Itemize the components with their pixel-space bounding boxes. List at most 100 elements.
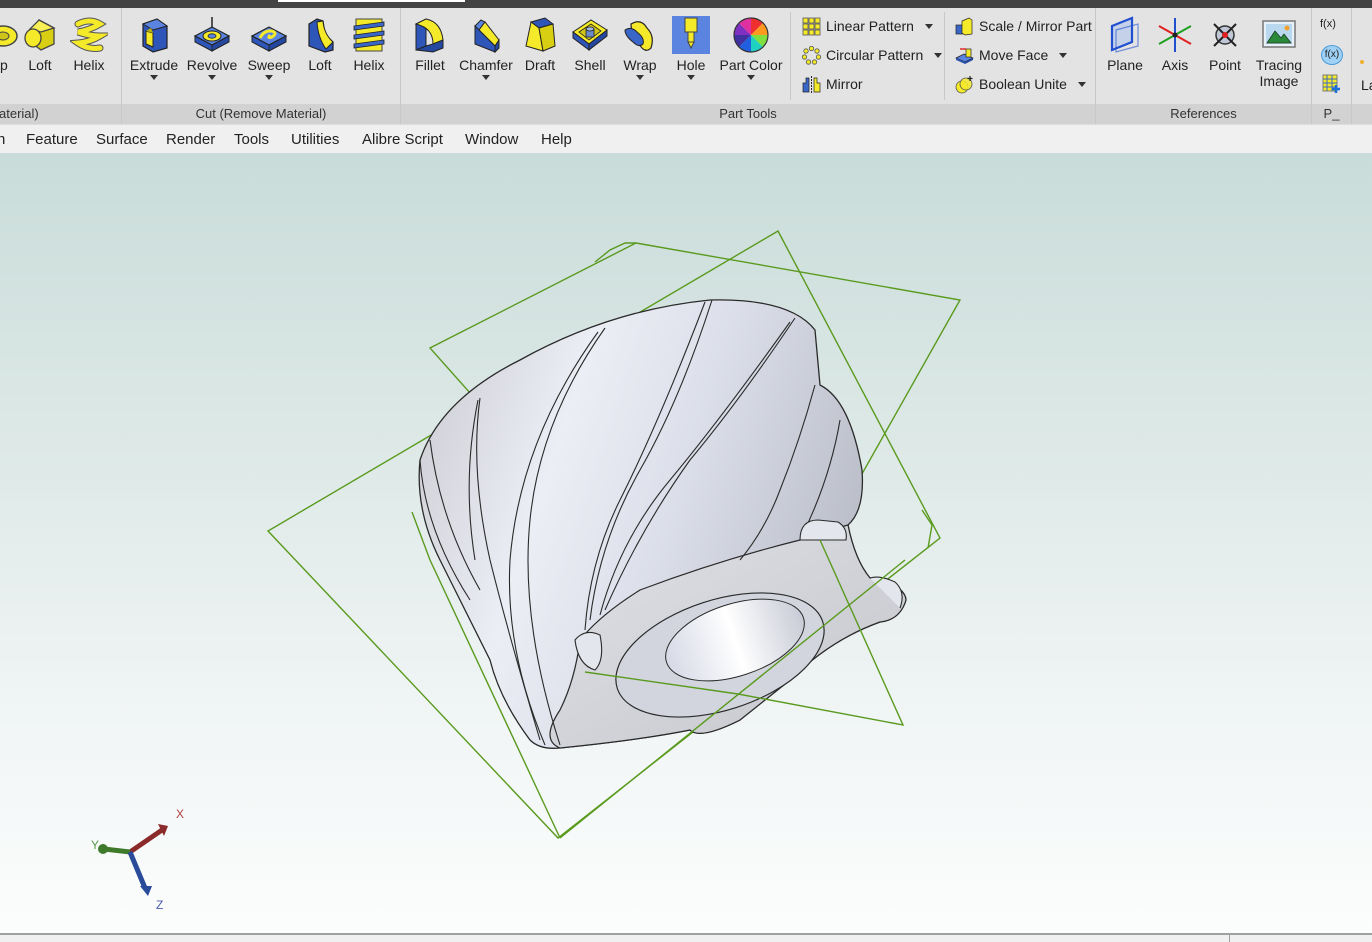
chevron-down-icon[interactable] [1059, 52, 1068, 58]
cut-sweep-button[interactable]: Sweep [240, 16, 298, 102]
cut-loft-icon [308, 18, 334, 53]
cut-helix-button[interactable]: Helix [340, 16, 398, 102]
chamfer-icon [474, 19, 500, 54]
part-color-icon [733, 17, 769, 53]
ribbon-group-partial: La [1352, 8, 1372, 124]
menu-item-tools[interactable]: Tools [234, 131, 269, 148]
cut-revolve-button[interactable]: Revolve [183, 16, 241, 102]
layer-button[interactable]: La [1361, 77, 1372, 93]
tool-label: Chamfer [459, 57, 513, 73]
circular-pattern-label: Circular Pattern [826, 47, 924, 63]
status-separator [1229, 935, 1230, 942]
equations-button[interactable]: f(x) [1320, 18, 1336, 30]
orientation-triad[interactable]: X Y Z [91, 807, 184, 912]
divider [944, 12, 945, 100]
move-face-label: Move Face [979, 47, 1049, 63]
scale-mirror-part-button[interactable]: Scale / Mirror Part [955, 14, 1092, 38]
part-color-button[interactable]: Part Color [715, 16, 787, 102]
menu-item-surface[interactable]: Surface [96, 131, 148, 148]
tool-label: Tracing [1255, 57, 1303, 73]
status-bar [0, 933, 1372, 942]
ribbon-group-cut: Extrude Revolve Sweep Loft Helix Cut (Re… [122, 8, 401, 124]
tool-label: Sweep [247, 57, 291, 73]
group-footer: P_ [1312, 104, 1351, 124]
ribbon-group-part-tools: Fillet Chamfer Draft Shell Wrap Hole Par… [401, 8, 1096, 124]
draft-icon [525, 17, 556, 52]
axis-icon [1158, 18, 1192, 52]
divider [790, 12, 791, 100]
chevron-down-icon[interactable] [265, 75, 273, 80]
equation-editor-icon[interactable]: f(x) [1321, 45, 1343, 65]
menu-bar: n Feature Surface Render Tools Utilities… [0, 124, 1372, 153]
tracing-image-button[interactable]: Tracing Image [1250, 16, 1308, 102]
wrap-button[interactable]: Wrap [611, 16, 669, 102]
menu-item-partial[interactable]: n [0, 131, 5, 148]
tool-label: Revolve [186, 57, 238, 73]
model-canvas[interactable]: X Y Z [0, 153, 1372, 933]
ribbon: ep Loft Helix aterial) [0, 8, 1372, 124]
title-bar [0, 0, 1372, 8]
tool-label: Part Color [719, 57, 783, 73]
layer-icon [1360, 60, 1364, 64]
boss-helix-button[interactable]: Helix [60, 16, 118, 102]
chevron-down-icon[interactable] [1077, 81, 1086, 87]
chamfer-button[interactable]: Chamfer [457, 16, 515, 102]
tool-label: Helix [73, 57, 105, 73]
menu-item-feature[interactable]: Feature [26, 131, 78, 148]
chevron-down-icon[interactable] [482, 75, 490, 80]
mirror-button[interactable]: Mirror [802, 72, 863, 96]
triad-y-label: Y [91, 838, 99, 852]
plane-handle[interactable] [921, 509, 933, 549]
boss-helix-icon [70, 17, 108, 52]
ribbon-group-add-material: ep Loft Helix aterial) [0, 8, 122, 124]
menu-item-help[interactable]: Help [541, 131, 572, 148]
ribbon-group-references: Plane Axis Point Tracing Image Reference… [1096, 8, 1312, 124]
boolean-unite-label: Boolean Unite [979, 76, 1067, 92]
cut-extrude-icon [141, 18, 169, 53]
circular-pattern-icon [802, 45, 821, 65]
tool-label: Image [1259, 73, 1299, 89]
menu-item-utilities[interactable]: Utilities [291, 131, 339, 148]
menu-item-render[interactable]: Render [166, 131, 215, 148]
shell-icon [572, 19, 608, 52]
linear-pattern-button[interactable]: Linear Pattern [802, 14, 933, 38]
part-body[interactable] [418, 299, 907, 749]
design-table-icon[interactable] [1322, 74, 1342, 94]
wrap-icon [624, 21, 653, 51]
group-footer: aterial) [0, 104, 121, 124]
triad-x-label: X [176, 807, 184, 821]
cut-helix-icon [353, 18, 385, 52]
scale-mirror-part-icon [955, 17, 973, 35]
tool-label: Point [1209, 57, 1241, 73]
3d-viewport[interactable]: X Y Z [0, 153, 1372, 933]
tool-label: Hole [676, 57, 706, 73]
group-footer: References [1096, 104, 1311, 124]
chevron-down-icon[interactable] [150, 75, 158, 80]
active-document-tab[interactable] [278, 0, 465, 2]
scale-mirror-part-label: Scale / Mirror Part [979, 18, 1092, 34]
chevron-down-icon[interactable] [747, 75, 755, 80]
move-face-button[interactable]: Move Face [955, 43, 1068, 67]
hole-button[interactable]: Hole [662, 16, 720, 102]
tool-label: Fillet [415, 57, 445, 73]
point-button[interactable]: Point [1196, 16, 1254, 102]
chevron-down-icon[interactable] [636, 75, 644, 80]
boss-loft-icon [24, 19, 56, 51]
chevron-down-icon[interactable] [208, 75, 216, 80]
tool-label: Wrap [623, 57, 657, 73]
chevron-down-icon[interactable] [934, 52, 943, 58]
plane-icon [1110, 16, 1139, 53]
boolean-unite-icon [955, 75, 973, 93]
ribbon-group-parameters: f(x) f(x) P_ [1312, 8, 1352, 124]
chevron-down-icon[interactable] [924, 23, 933, 29]
menu-item-alibre-script[interactable]: Alibre Script [362, 131, 443, 148]
cut-extrude-button[interactable]: Extrude [125, 16, 183, 102]
fillet-button[interactable]: Fillet [401, 16, 459, 102]
mirror-label: Mirror [826, 76, 863, 92]
boolean-unite-button[interactable]: Boolean Unite [955, 72, 1086, 96]
tracing-image-icon [1262, 20, 1296, 48]
hole-icon [672, 16, 710, 54]
circular-pattern-button[interactable]: Circular Pattern [802, 43, 943, 67]
chevron-down-icon[interactable] [687, 75, 695, 80]
menu-item-window[interactable]: Window [465, 131, 518, 148]
